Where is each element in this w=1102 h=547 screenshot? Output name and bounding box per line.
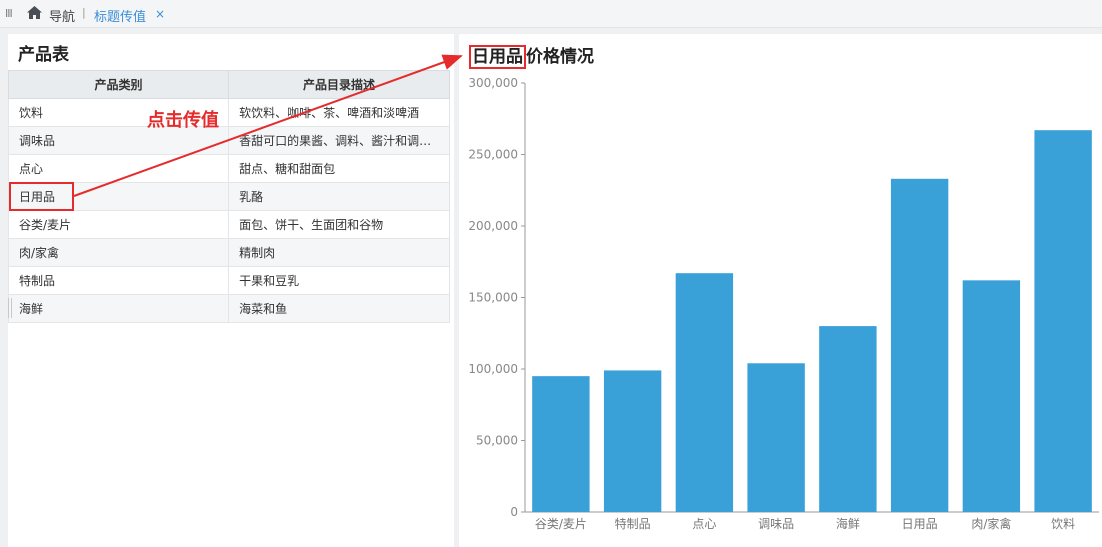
category-cell[interactable]: 点心: [7, 154, 230, 183]
bar: [675, 273, 734, 512]
chart-title-param: 日用品: [469, 45, 526, 69]
bar: [1034, 130, 1092, 512]
tab-separator: |: [82, 6, 86, 19]
menu-grip-icon[interactable]: III: [5, 7, 13, 20]
bar: [532, 376, 590, 512]
bar: [890, 178, 949, 512]
table-row[interactable]: 谷类/麦片 面包、饼干、生面团和谷物: [7, 210, 450, 239]
description-cell: 干果和豆乳: [228, 266, 450, 295]
bar: [962, 280, 1021, 512]
category-cell[interactable]: 特制品: [7, 266, 230, 295]
y-tick-label: 300,000: [468, 76, 518, 90]
description-cell: 甜点、糖和甜面包: [228, 154, 450, 183]
table-row[interactable]: 海鲜 海菜和鱼: [7, 294, 450, 323]
category-cell[interactable]: 肉/家禽: [7, 238, 230, 267]
description-cell: 软饮料、咖啡、茶、啤酒和淡啤酒: [228, 98, 450, 127]
x-tick-label: 调味品: [758, 517, 794, 531]
description-cell: 精制肉: [228, 238, 450, 267]
y-tick-label: 100,000: [468, 362, 518, 376]
chart-title: 日用品 价格情况: [469, 42, 594, 69]
table-row[interactable]: 肉/家禽 精制肉: [7, 238, 450, 267]
column-header-category[interactable]: 产品类别: [7, 70, 230, 99]
product-table-title: 产品表: [18, 45, 69, 65]
close-icon[interactable]: ×: [155, 7, 165, 21]
description-cell: 面包、饼干、生面团和谷物: [228, 210, 450, 239]
x-tick-label: 海鲜: [836, 516, 860, 531]
selected-cell-highlight: [9, 182, 74, 211]
y-tick-label: 150,000: [468, 291, 518, 305]
bar: [819, 326, 877, 512]
table-header-row: 产品类别 产品目录描述: [7, 70, 450, 99]
product-table-panel: 产品表 产品类别 产品目录描述 饮料 软饮料、咖啡、茶、啤酒和淡啤酒 调味品 香甜可…: [7, 34, 454, 547]
tab-title-pass-value[interactable]: 标题传值: [94, 6, 146, 25]
x-tick-label: 点心: [692, 517, 716, 531]
y-tick-label: 50,000: [476, 434, 518, 448]
table-row[interactable]: 特制品 干果和豆乳: [7, 266, 450, 295]
home-icon[interactable]: [26, 5, 43, 20]
x-tick-label: 日用品: [902, 517, 938, 531]
category-cell[interactable]: 海鲜: [7, 294, 230, 323]
table-row[interactable]: 点心 甜点、糖和甜面包: [7, 154, 450, 183]
chart-title-rest: 价格情况: [526, 47, 594, 67]
nav-tab[interactable]: 导航: [49, 6, 75, 25]
description-cell: 乳酪: [228, 182, 450, 211]
x-tick-label: 特制品: [615, 516, 651, 531]
column-header-description[interactable]: 产品目录描述: [228, 70, 450, 99]
table-row[interactable]: 日用品 乳酪: [7, 182, 450, 211]
panel-splitter-handle[interactable]: [8, 298, 12, 318]
table-row[interactable]: 调味品 香甜可口的果酱、调料、酱汁和调…: [7, 126, 450, 155]
bar: [603, 370, 662, 512]
category-cell[interactable]: 谷类/麦片: [7, 210, 230, 239]
top-tab-bar: III 导航 | 标题传值 ×: [0, 0, 1102, 28]
description-cell: 海菜和鱼: [228, 294, 450, 323]
product-table: 产品类别 产品目录描述 饮料 软饮料、咖啡、茶、啤酒和淡啤酒 调味品 香甜可口的果酱…: [7, 70, 450, 323]
annotation-label: 点击传值: [147, 110, 219, 131]
x-tick-label: 谷类/麦片: [535, 517, 587, 531]
y-tick-label: 250,000: [468, 148, 518, 162]
description-cell: 香甜可口的果酱、调料、酱汁和调…: [228, 126, 450, 155]
y-tick-label: 200,000: [468, 219, 518, 233]
x-tick-label: 肉/家禽: [971, 516, 1011, 531]
x-tick-label: 饮料: [1051, 517, 1075, 531]
bar: [747, 363, 805, 512]
price-chart-panel: 0 50,000 100,000 150,000 200,000 250,000 300,0…: [459, 34, 1102, 547]
table-row[interactable]: 饮料 软饮料、咖啡、茶、啤酒和淡啤酒: [7, 98, 450, 127]
price-bar-chart: 0 50,000 100,000 150,000 200,000 250,000 300,0…: [468, 76, 1099, 531]
y-tick-label: 0: [510, 505, 518, 519]
